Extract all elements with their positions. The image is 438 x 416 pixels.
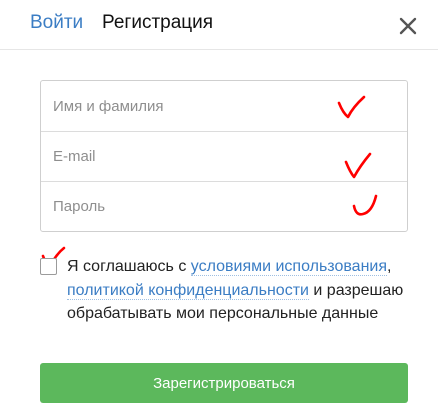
email-input[interactable] <box>41 131 407 181</box>
consent-text-before: Я соглашаюсь с <box>67 258 191 275</box>
consent-text: Я соглашаюсь с условиями использования, … <box>67 255 417 326</box>
tab-register[interactable]: Регистрация <box>102 11 213 35</box>
consent-comma: , <box>387 258 392 275</box>
consent-checkbox[interactable] <box>40 258 57 275</box>
modal-header: Войти Регистрация <box>0 0 438 50</box>
name-input[interactable] <box>41 81 407 131</box>
tab-login[interactable]: Войти <box>30 11 83 35</box>
password-input[interactable] <box>41 181 407 231</box>
close-icon[interactable] <box>396 14 420 38</box>
privacy-link[interactable]: политикой конфиденциальности <box>67 281 309 300</box>
terms-link[interactable]: условиями использования <box>190 258 388 276</box>
registration-fields <box>40 80 408 232</box>
register-button[interactable]: Зарегистрироваться <box>40 363 408 403</box>
